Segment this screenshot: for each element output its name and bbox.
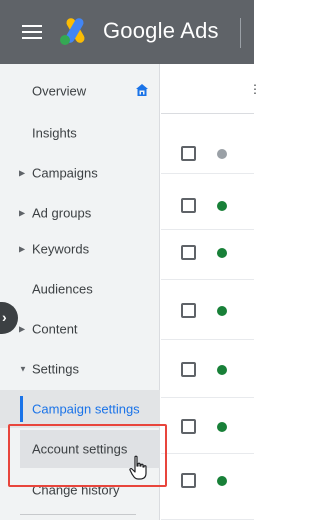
caret-down-icon: ▼ [19, 364, 27, 374]
status-dot-enabled [217, 476, 227, 486]
status-dot-enabled [217, 201, 227, 211]
sidebar-item-label: Content [32, 321, 78, 337]
table-row[interactable] [161, 230, 254, 280]
sidebar-item-insights[interactable]: Insights [0, 114, 160, 152]
table-row[interactable] [161, 454, 254, 520]
status-dot-enabled [217, 248, 227, 258]
status-dot-enabled [217, 365, 227, 375]
table-row[interactable] [161, 340, 254, 398]
table-header-row [161, 114, 254, 174]
google-ads-logo [60, 18, 85, 45]
campaign-table: ⋮ [161, 64, 261, 520]
status-dot-header [217, 149, 227, 159]
caret-right-icon: ▶ [19, 168, 26, 178]
sidebar-item-content[interactable]: ▶ Content [0, 310, 160, 348]
row-checkbox[interactable] [181, 473, 196, 488]
status-dot-enabled [217, 306, 227, 316]
caret-right-icon: ▶ [19, 244, 26, 254]
row-checkbox[interactable] [181, 303, 196, 318]
table-row[interactable] [161, 398, 254, 454]
select-all-checkbox[interactable] [181, 146, 196, 161]
app-header: Google Ads [0, 0, 254, 64]
sidebar-item-audiences[interactable]: Audiences [0, 270, 160, 308]
sidebar-item-label: Account settings [32, 441, 128, 457]
sidebar-item-keywords[interactable]: ▶ Keywords [0, 230, 160, 268]
row-checkbox[interactable] [181, 419, 196, 434]
sidebar-item-label: Overview [32, 83, 87, 99]
hamburger-menu-icon[interactable] [22, 25, 42, 39]
sidebar-item-label: Keywords [32, 241, 90, 257]
table-header: ⋮ [161, 64, 261, 114]
table-row[interactable] [161, 280, 254, 340]
row-checkbox[interactable] [181, 198, 196, 213]
sidebar-item-label: Insights [32, 125, 77, 141]
table-row[interactable] [161, 174, 254, 230]
sidebar-item-settings[interactable]: ▼ Settings [0, 350, 160, 388]
sidebar-item-ad-groups[interactable]: ▶ Ad groups [0, 194, 160, 232]
home-icon [136, 84, 148, 96]
sidebar-nav: Overview Insights ▶ Campaigns ▶ Ad group… [0, 64, 160, 520]
caret-right-icon: ▶ [19, 208, 26, 218]
sidebar-item-label: Audiences [32, 281, 93, 297]
sidebar-item-label: Campaigns [32, 165, 98, 181]
sidebar-item-campaigns[interactable]: ▶ Campaigns [0, 154, 160, 192]
selected-indicator [20, 396, 23, 422]
sidebar-divider [20, 514, 136, 515]
sidebar-item-label: Change history [32, 482, 120, 498]
row-checkbox[interactable] [181, 362, 196, 377]
caret-right-icon: ▶ [19, 324, 26, 334]
brand-name: Google Ads [103, 18, 219, 43]
header-divider [240, 18, 241, 48]
sidebar-item-label: Campaign settings [32, 401, 140, 417]
status-dot-enabled [217, 422, 227, 432]
sidebar-item-overview[interactable]: Overview [0, 72, 160, 110]
chevron-right-icon: › [2, 309, 7, 325]
sidebar-item-label: Ad groups [32, 205, 92, 221]
sidebar-item-label: Settings [32, 361, 79, 377]
row-checkbox[interactable] [181, 245, 196, 260]
hand-pointer-icon [129, 455, 147, 480]
sidebar-item-campaign-settings[interactable]: Campaign settings [0, 390, 160, 428]
column-overflow-icon: ⋮ [249, 82, 261, 96]
